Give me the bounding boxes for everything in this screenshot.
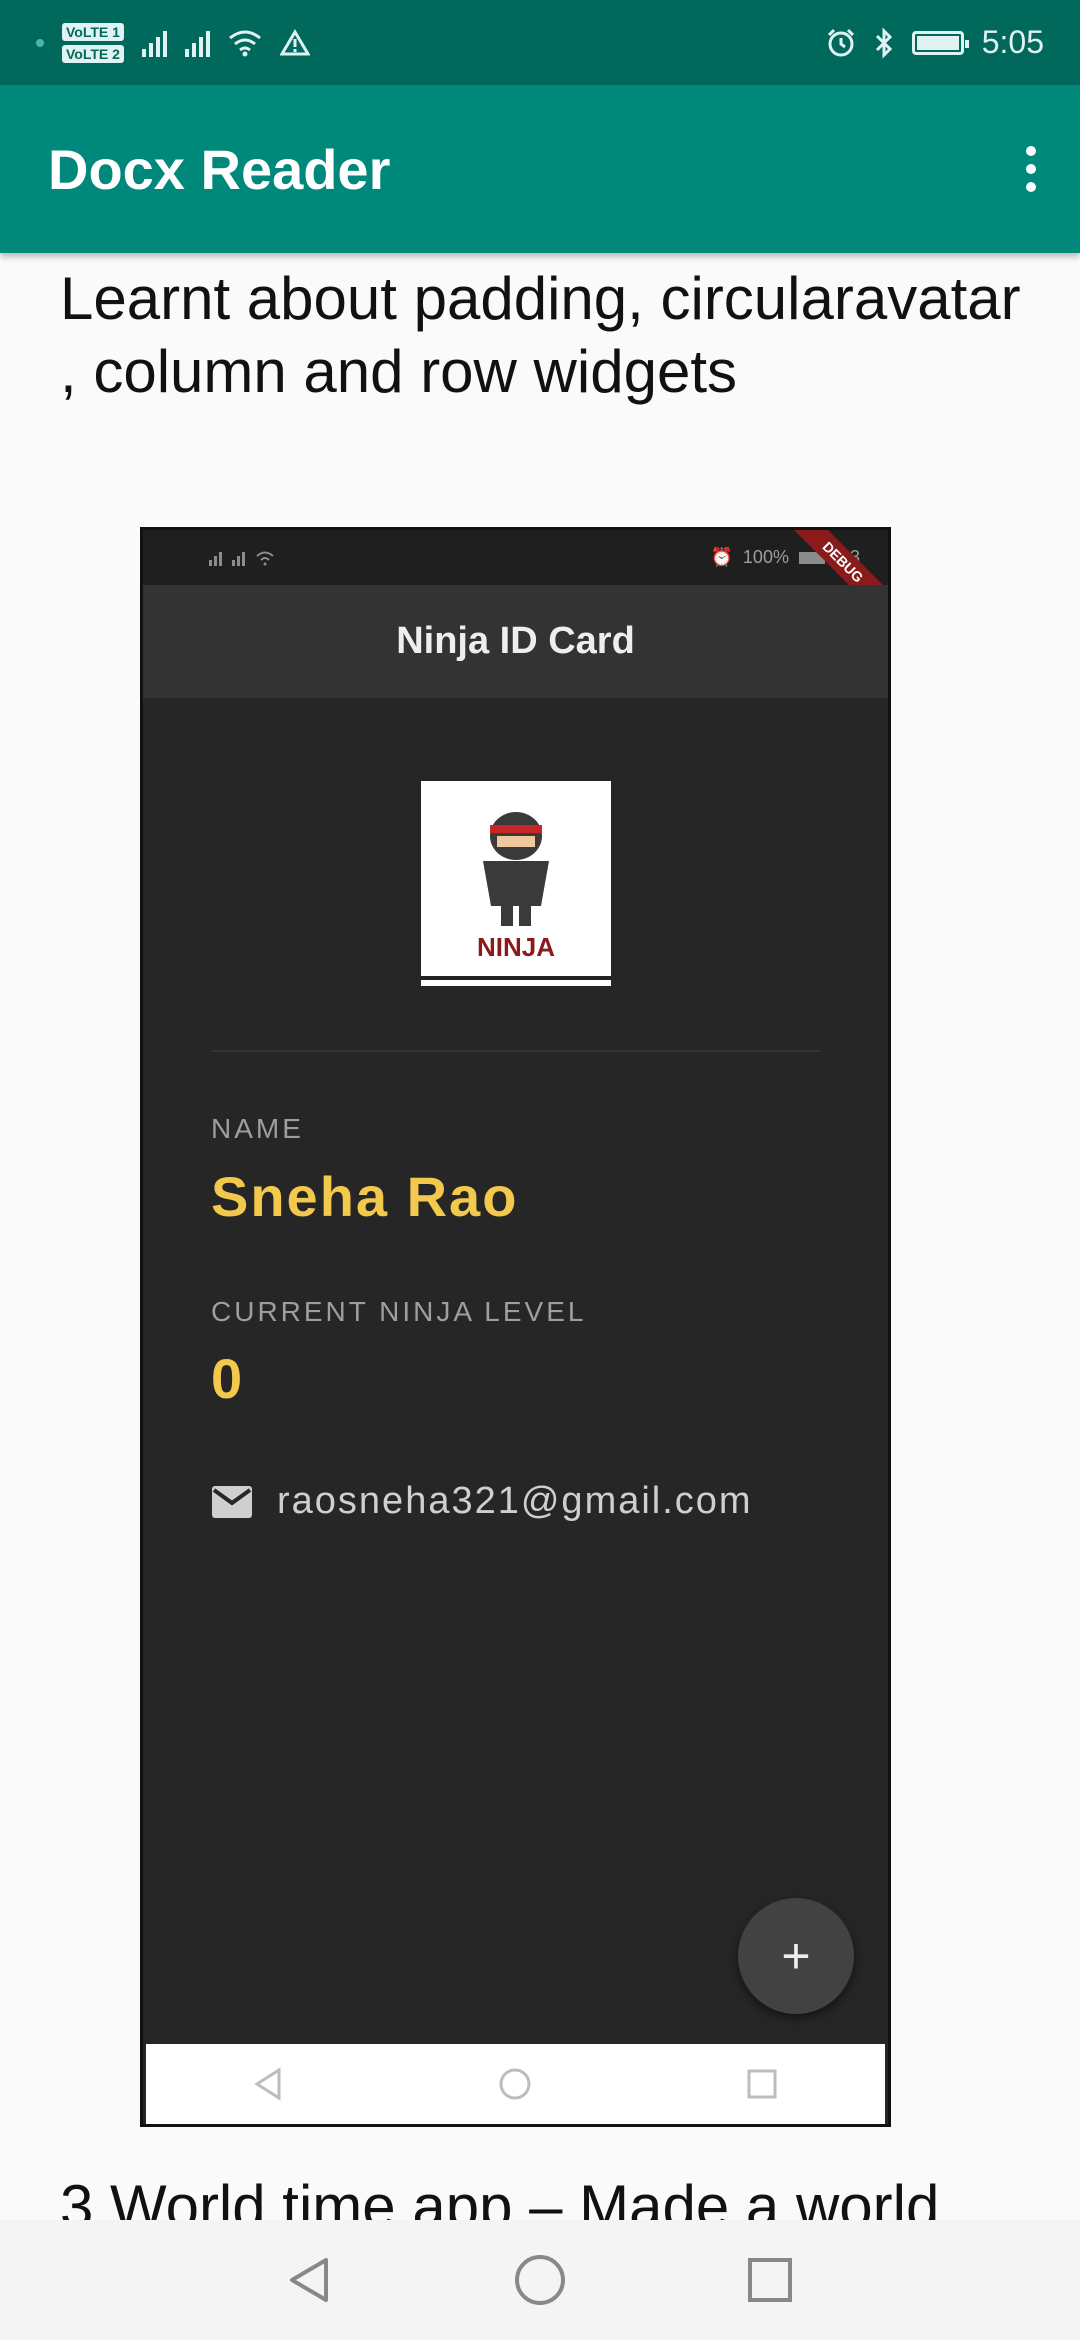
email-text: raosneha321@gmail.com [277,1480,753,1522]
volte-1-badge: VoLTE 1 [62,22,124,41]
back-icon [290,2258,328,2302]
embedded-screenshot: ⏰ 100% 7:3 DEBUG Ninja ID Card NINJA NAM… [140,527,891,2127]
back-button[interactable] [195,2254,425,2306]
mail-icon [212,1485,252,1518]
signal-icon [141,29,167,57]
wifi-icon [256,551,274,565]
signal-icon [232,550,245,566]
app-title: Docx Reader [48,137,391,201]
divider [211,1050,821,1052]
email-row: raosneha321@gmail.com [211,1480,753,1523]
recents-button[interactable] [655,2255,885,2305]
signal-icon [184,29,210,57]
home-button[interactable] [425,2252,655,2308]
status-bar-right: 5:05 [826,24,1044,61]
bluetooth-icon [875,26,892,59]
alarm-icon [827,28,854,56]
wifi-icon [229,30,261,56]
ninja-image: NINJA [421,781,611,986]
document-paragraph-next: 3 World time app – Made a world [60,2173,940,2224]
name-label: NAME [211,1113,304,1144]
avatar-label: NINJA [477,932,555,962]
embedded-status-bar: ⏰ 100% 7:3 [143,530,888,585]
add-button: + [738,1898,854,2014]
volte-indicators: VoLTE 1 VoLTE 2 [62,22,124,63]
embedded-nav-bar [146,2044,885,2124]
back-icon [254,2067,281,2101]
document-paragraph: Learnt about padding, circularavatar , c… [60,265,1021,405]
app-bar: Docx Reader [0,85,1080,253]
volte-2-badge: VoLTE 2 [62,44,124,63]
ninja-avatar: NINJA [421,781,611,986]
warning-icon [279,28,310,55]
level-label: CURRENT NINJA LEVEL [211,1296,587,1327]
alarm-icon: ⏰ [710,547,733,567]
embedded-app-title: Ninja ID Card [143,585,888,698]
notification-dot [36,38,44,47]
level-value: 0 [211,1347,245,1410]
recents-icon [748,2258,792,2302]
home-icon [515,2255,565,2305]
embedded-battery-text: 100% [742,547,789,567]
status-bar-left: VoLTE 1 VoLTE 2 [36,22,310,63]
status-bar: VoLTE 1 VoLTE 2 5:05 [0,0,1080,85]
home-icon [499,2068,531,2100]
more-vert-icon[interactable] [1018,136,1044,202]
battery-icon [911,30,969,55]
status-time: 5:05 [981,24,1044,60]
name-value: Sneha Rao [211,1165,519,1228]
signal-icon [209,550,222,566]
system-nav-bar [0,2220,1080,2340]
recents-icon [747,2069,777,2099]
